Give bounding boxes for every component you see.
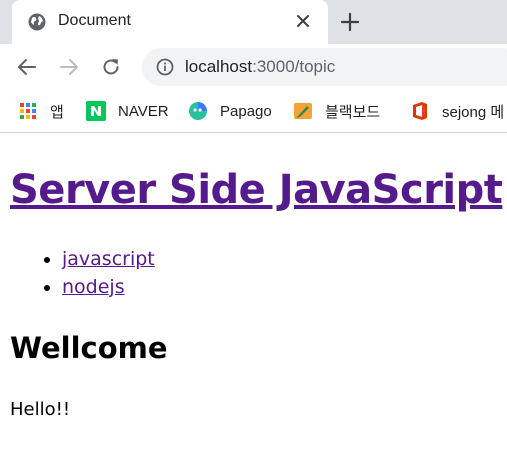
url-path: :3000/topic — [252, 57, 336, 76]
page-title: Server Side JavaScript — [10, 167, 503, 213]
section-heading: Wellcome — [10, 331, 168, 365]
apps-grid-icon — [20, 103, 36, 119]
globe-icon — [28, 13, 46, 31]
browser-toolbar: localhost:3000/topic — [0, 44, 507, 90]
topic-link-javascript[interactable]: javascript — [62, 248, 155, 270]
new-tab-plus-icon[interactable] — [340, 12, 360, 32]
bookmark-label: sejong 메 — [442, 103, 505, 121]
info-icon[interactable] — [156, 58, 174, 76]
list-item: javascript — [62, 245, 155, 273]
topic-link-nodejs[interactable]: nodejs — [62, 276, 125, 298]
browser-tab[interactable]: Document — [12, 0, 328, 44]
bookmark-label: 블랙보드 — [325, 103, 381, 121]
bookmark-naver[interactable]: NAVER — [86, 90, 169, 132]
bookmark-blackboard[interactable]: 블랙보드 — [293, 90, 380, 132]
topic-list: javascript nodejs — [22, 245, 155, 301]
address-bar[interactable]: localhost:3000/topic — [142, 48, 507, 86]
url-host: localhost — [185, 57, 253, 76]
bookmarks-bar: 앱 NAVER Papago 블랙보드 sejong 메 — [0, 90, 507, 133]
page-title-link[interactable]: Server Side JavaScript — [10, 167, 503, 213]
back-arrow-icon[interactable] — [16, 56, 38, 78]
office-icon — [413, 102, 427, 120]
naver-icon — [86, 101, 106, 121]
bookmark-papago[interactable]: Papago — [188, 90, 272, 132]
body-text: Hello!! — [10, 399, 71, 420]
bookmark-label: NAVER — [118, 102, 169, 120]
bookmark-sejong[interactable]: sejong 메 — [410, 90, 504, 132]
forward-arrow-icon[interactable] — [58, 56, 80, 78]
papago-icon — [189, 102, 207, 120]
list-item: nodejs — [62, 273, 155, 301]
url-text[interactable]: localhost:3000/topic — [185, 57, 335, 77]
page-viewport: Server Side JavaScript javascript nodejs… — [0, 133, 507, 452]
bookmark-apps[interactable]: 앱 — [18, 90, 64, 132]
blackboard-icon — [294, 103, 312, 119]
close-icon[interactable] — [294, 12, 312, 30]
tab-title: Document — [58, 12, 131, 29]
bookmark-label: 앱 — [50, 103, 64, 121]
bookmark-label: Papago — [220, 102, 272, 120]
reload-icon[interactable] — [100, 56, 122, 78]
tab-strip: Document — [0, 0, 507, 44]
